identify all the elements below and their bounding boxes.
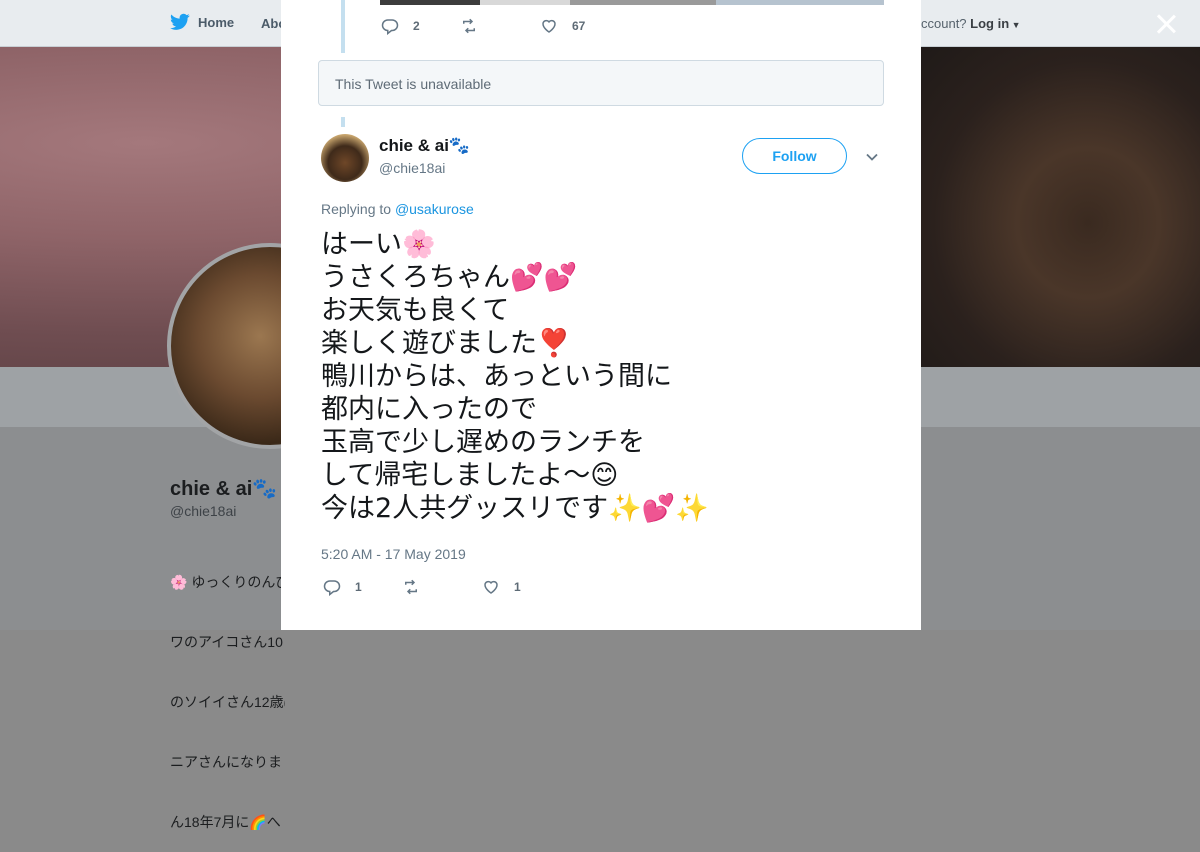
thread-line: [341, 117, 345, 127]
author-avatar[interactable]: [321, 134, 369, 182]
nav-home-label: Home: [198, 14, 235, 30]
heart-icon: [542, 19, 556, 33]
tweet-text: はーい🌸 うさくろちゃん💕💕 お天気も良くて 楽しく遊びました❣️ 鴨川からは、…: [321, 229, 710, 524]
tweet-timestamp[interactable]: 5:20 AM - 17 May 2019: [321, 546, 466, 562]
bio-line: 🌸 ゆっくりのんび: [170, 574, 285, 590]
retweet-action[interactable]: [402, 578, 420, 596]
account-prompt-text: ccount?: [921, 16, 967, 31]
profile-banner-right: [920, 47, 1200, 367]
profile-name-text: chie & ai: [170, 478, 253, 500]
reply-icon: [323, 580, 341, 596]
twitter-bird-icon: [170, 13, 190, 30]
author-name[interactable]: chie & ai🐾: [379, 136, 470, 156]
chevron-down-icon[interactable]: [865, 150, 879, 164]
previous-like-action[interactable]: 67: [540, 17, 585, 35]
replying-prefix: Replying to: [321, 201, 392, 217]
profile-handle: @chie18ai: [170, 503, 237, 519]
bio-line: のソイイさん12歳(2: [170, 694, 285, 710]
replying-to: Replying to @usakurose: [321, 201, 474, 217]
login-prompt[interactable]: ccount? Log in ▼: [921, 16, 1021, 31]
reply-icon: [381, 19, 399, 35]
profile-bio: 🌸 ゆっくりのんび ワのアイコさん10 のソイイさん12歳(2 ニアさんになりま…: [170, 532, 285, 852]
replying-to-link[interactable]: @usakurose: [395, 201, 474, 217]
reply-count: 1: [355, 580, 362, 594]
reply-count: 2: [413, 19, 420, 33]
retweet-icon: [463, 18, 475, 34]
like-count: 1: [514, 580, 521, 594]
like-count: 67: [572, 19, 586, 33]
author-handle[interactable]: @chie18ai: [379, 160, 445, 176]
author-name-text: chie & ai: [379, 136, 449, 155]
unavailable-tweet-notice: This Tweet is unavailable: [318, 60, 884, 106]
previous-retweet-action[interactable]: [460, 17, 492, 35]
profile-name: chie & ai🐾: [170, 476, 277, 501]
like-action[interactable]: 1: [482, 578, 521, 596]
thread-line: [341, 0, 345, 53]
paw-icon: 🐾: [448, 136, 471, 155]
close-icon[interactable]: [1155, 13, 1177, 35]
caret-down-icon: ▼: [1009, 20, 1021, 30]
heart-icon: [484, 580, 498, 594]
follow-button[interactable]: Follow: [742, 138, 847, 174]
nav-home-link[interactable]: Home: [170, 13, 234, 31]
bio-line: ワのアイコさん10: [170, 634, 283, 650]
previous-reply-action[interactable]: 2: [381, 17, 420, 35]
reply-action[interactable]: 1: [323, 578, 362, 596]
paw-icon: 🐾: [252, 478, 278, 500]
login-link[interactable]: Log in: [970, 16, 1009, 31]
bio-line: ニアさんになりま: [170, 754, 282, 770]
retweet-icon: [405, 579, 417, 595]
bio-line: ん18年7月に🌈へ: [170, 814, 281, 830]
previous-tweet-media[interactable]: [380, 0, 884, 5]
